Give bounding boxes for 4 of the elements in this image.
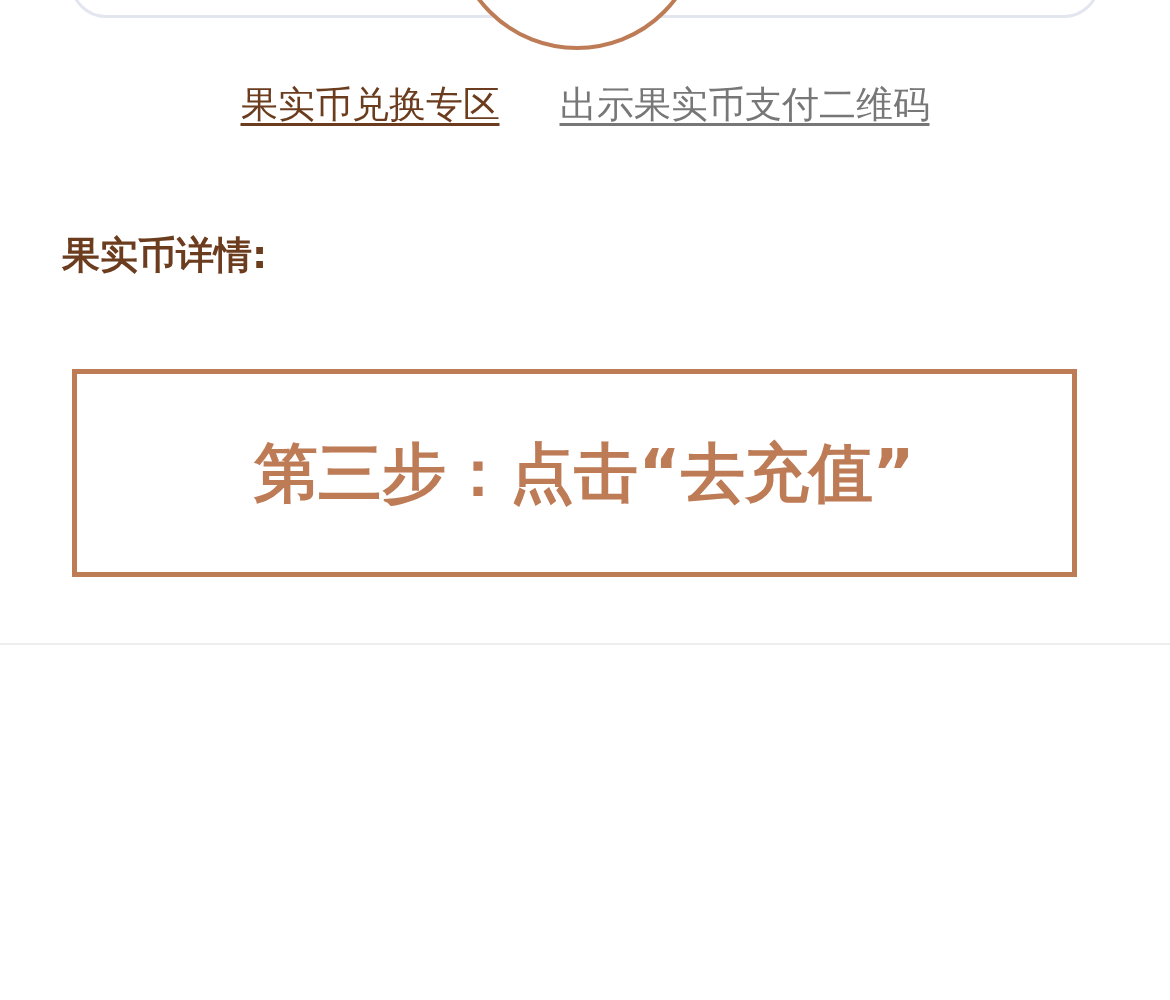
section-heading: 果实币详情: [62, 232, 269, 279]
link[interactable]: 出示果实币支付二维码 [559, 80, 930, 130]
link[interactable]: 果实币兑换专区 [240, 80, 500, 130]
step-text: 第三步：点击“去充值” [253, 434, 915, 512]
